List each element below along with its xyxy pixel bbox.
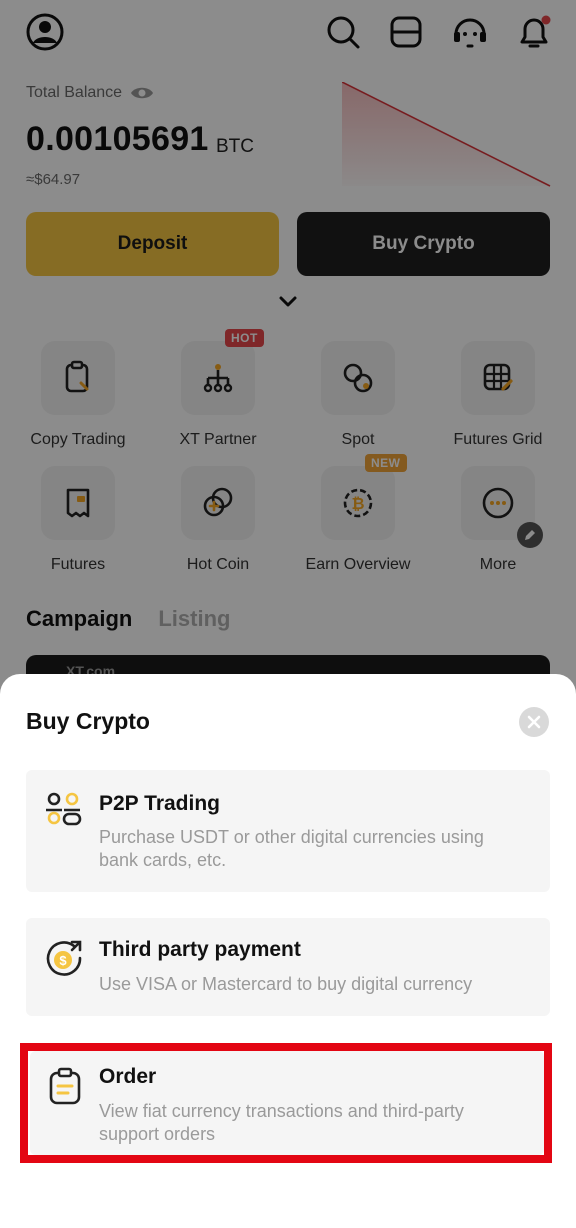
close-icon xyxy=(527,715,541,729)
option-description: Purchase USDT or other digital currencie… xyxy=(99,827,484,870)
sheet-title: Buy Crypto xyxy=(26,708,150,734)
option-description: Use VISA or Mastercard to buy digital cu… xyxy=(99,974,473,994)
third-party-payment-icon: $ xyxy=(46,940,82,976)
option-title: P2P Trading xyxy=(99,792,220,815)
option-third-party-payment[interactable]: $ Third party payment Use VISA or Master… xyxy=(26,918,550,1016)
option-p2p-trading[interactable]: P2P Trading Purchase USDT or other digit… xyxy=(26,770,550,892)
order-highlight-box xyxy=(20,1043,552,1163)
p2p-icon xyxy=(46,792,82,826)
svg-text:$: $ xyxy=(59,953,67,968)
close-button[interactable] xyxy=(519,707,549,737)
option-title: Third party payment xyxy=(99,938,301,961)
